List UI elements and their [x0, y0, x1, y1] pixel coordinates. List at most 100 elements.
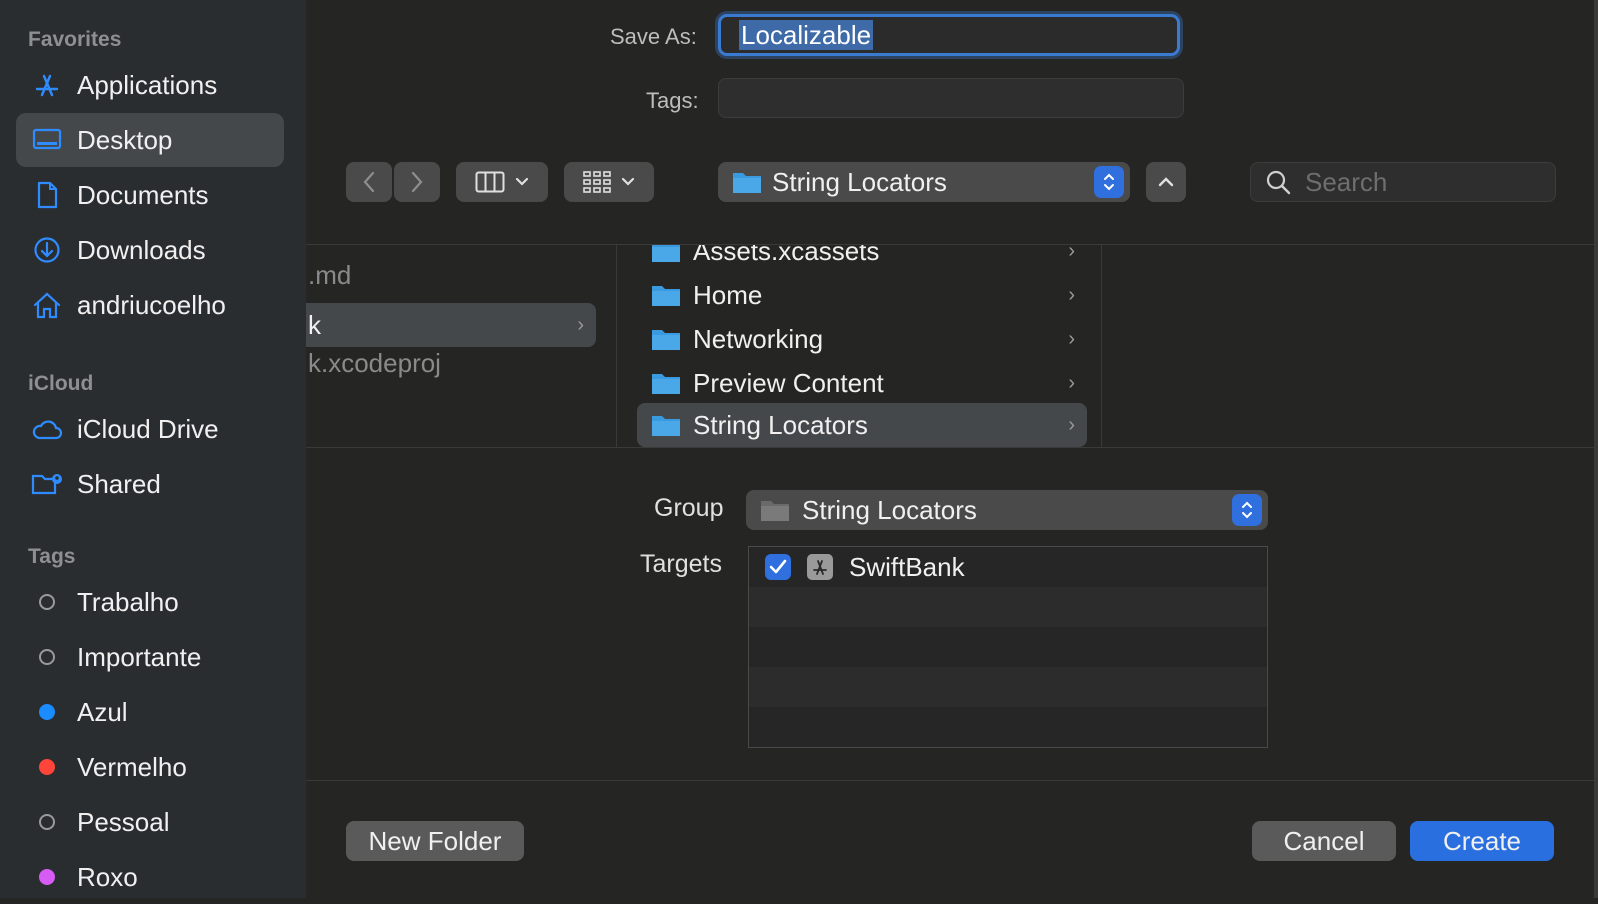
- forward-button[interactable]: [394, 162, 440, 202]
- icloud-header: iCloud: [28, 372, 94, 395]
- expand-collapse-button[interactable]: [1146, 162, 1186, 202]
- chevron-right-icon: ›: [1068, 245, 1075, 262]
- tags-label: Tags:: [646, 88, 699, 113]
- list-item[interactable]: k.xcodeproj: [306, 341, 596, 385]
- target-checkbox[interactable]: [765, 554, 791, 580]
- sidebar-tag-importante[interactable]: Importante: [16, 630, 284, 684]
- sidebar-item-label: Downloads: [77, 234, 206, 265]
- table-row: [749, 587, 1267, 627]
- checkmark-icon: [769, 559, 787, 574]
- tag-label: Azul: [77, 696, 128, 727]
- column-browser: .md k › k.xcodeproj Assets.xcassets › Ho…: [306, 244, 1598, 448]
- tag-color-dot: [39, 704, 55, 720]
- folder-icon: [651, 283, 681, 307]
- create-button[interactable]: Create: [1410, 821, 1554, 861]
- save-as-value: Localizable: [739, 20, 874, 50]
- targets-list: SwiftBank: [748, 546, 1268, 748]
- tag-color-dot: [39, 869, 55, 885]
- item-label: .md: [308, 259, 352, 290]
- chevron-right-icon: [411, 171, 423, 193]
- sidebar-item-label: andriucoelho: [77, 289, 226, 320]
- folder-icon: [760, 498, 790, 522]
- folder-icon: [651, 413, 681, 437]
- popup-stepper-icon: [1094, 166, 1124, 198]
- home-icon: [30, 288, 64, 322]
- item-label: Assets.xcassets: [693, 245, 880, 266]
- sidebar-item-label: Applications: [77, 69, 218, 100]
- search-field[interactable]: [1250, 162, 1556, 202]
- tag-label: Pessoal: [77, 806, 170, 837]
- sidebar-item-label: Desktop: [77, 124, 173, 155]
- sidebar-item-shared[interactable]: Shared: [16, 457, 284, 511]
- tag-label: Trabalho: [77, 586, 179, 617]
- sidebar-item-label: Documents: [77, 179, 209, 210]
- list-item[interactable]: Preview Content ›: [637, 361, 1087, 405]
- sidebar-item-documents[interactable]: Documents: [16, 168, 284, 222]
- table-row: [749, 667, 1267, 707]
- sidebar-item-applications[interactable]: Applications: [16, 58, 284, 112]
- tag-color-dot: [39, 594, 55, 610]
- applications-icon: [30, 68, 64, 102]
- item-label: Home: [693, 279, 763, 310]
- table-row: [749, 627, 1267, 667]
- list-item[interactable]: Home ›: [637, 273, 1087, 317]
- sidebar-item-label: Shared: [77, 468, 161, 499]
- sidebar-tag-trabalho[interactable]: Trabalho: [16, 575, 284, 629]
- target-label: SwiftBank: [849, 551, 965, 582]
- save-as-input[interactable]: Localizable: [718, 14, 1180, 56]
- path-popup[interactable]: String Locators: [718, 162, 1130, 202]
- tags-header: Tags: [28, 545, 76, 568]
- desktop-icon: [30, 123, 64, 157]
- popup-stepper-icon: [1232, 494, 1262, 526]
- cancel-button[interactable]: Cancel: [1252, 821, 1396, 861]
- sidebar-item-home[interactable]: andriucoelho: [16, 278, 284, 332]
- columns-view-icon: [475, 171, 505, 193]
- list-item[interactable]: Networking ›: [637, 317, 1087, 361]
- browser-column-2: Assets.xcassets › Home › Networking › Pr…: [617, 245, 1102, 447]
- group-popup[interactable]: String Locators: [746, 490, 1268, 530]
- folder-icon: [732, 170, 762, 194]
- item-label: k: [308, 309, 321, 340]
- save-as-label: Save As:: [610, 24, 697, 49]
- sidebar-item-downloads[interactable]: Downloads: [16, 223, 284, 277]
- list-item[interactable]: String Locators ›: [637, 403, 1087, 447]
- sidebar-tag-vermelho[interactable]: Vermelho: [16, 740, 284, 794]
- search-input[interactable]: [1303, 165, 1547, 199]
- sidebar-tag-azul[interactable]: Azul: [16, 685, 284, 739]
- chevron-down-icon: [515, 177, 529, 186]
- tag-color-dot: [39, 649, 55, 665]
- chevron-right-icon: ›: [1068, 327, 1075, 350]
- tag-color-dot: [39, 759, 55, 775]
- group-by-button[interactable]: [564, 162, 654, 202]
- icloud-icon: [30, 412, 64, 446]
- browser-column-1: .md k › k.xcodeproj: [306, 245, 617, 447]
- sidebar-item-desktop[interactable]: Desktop: [16, 113, 284, 167]
- downloads-icon: [30, 233, 64, 267]
- grid-view-icon: [583, 171, 611, 193]
- tags-input[interactable]: [718, 78, 1184, 118]
- chevron-right-icon: ›: [1068, 413, 1075, 436]
- back-button[interactable]: [346, 162, 392, 202]
- sidebar-tag-roxo[interactable]: Roxo: [16, 850, 284, 904]
- view-mode-columns-button[interactable]: [456, 162, 548, 202]
- sidebar-tag-pessoal[interactable]: Pessoal: [16, 795, 284, 849]
- item-label: Preview Content: [693, 367, 884, 398]
- favorites-header: Favorites: [28, 28, 122, 51]
- tag-label: Roxo: [77, 861, 138, 892]
- group-popup-label: String Locators: [802, 494, 977, 525]
- path-popup-label: String Locators: [772, 166, 947, 197]
- window-edge: [1594, 0, 1598, 898]
- chevron-right-icon: ›: [1068, 371, 1075, 394]
- tag-label: Importante: [77, 641, 202, 672]
- new-folder-button[interactable]: New Folder: [346, 821, 524, 861]
- chevron-right-icon: ›: [1068, 283, 1075, 306]
- chevron-right-icon: ›: [577, 313, 584, 336]
- chevron-left-icon: [363, 171, 375, 193]
- search-icon: [1266, 170, 1291, 195]
- sidebar-item-icloud-drive[interactable]: iCloud Drive: [16, 402, 284, 456]
- folder-icon: [651, 371, 681, 395]
- list-item[interactable]: Assets.xcassets ›: [637, 245, 1087, 273]
- table-row[interactable]: SwiftBank: [749, 547, 1267, 587]
- folder-icon: [651, 327, 681, 351]
- list-item[interactable]: .md: [306, 253, 596, 297]
